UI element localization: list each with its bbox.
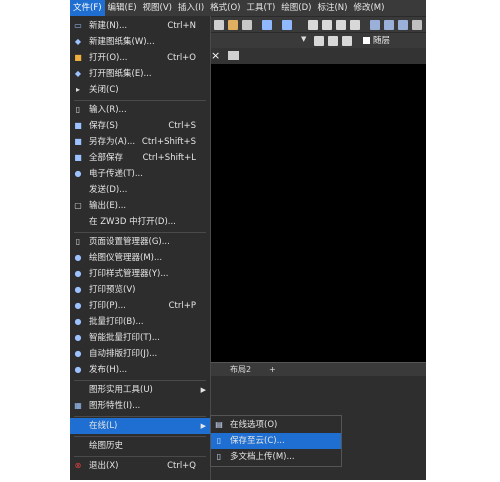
save-icon: ■	[74, 121, 82, 130]
undo-icon[interactable]	[262, 20, 272, 30]
save-all-icon: ■	[74, 153, 82, 162]
menu-tools[interactable]: 工具(T)	[243, 0, 278, 16]
smart-batch-print-icon: ●	[74, 333, 82, 342]
zoom-realtime-icon[interactable]	[322, 20, 332, 30]
submenu-item-multi-upload[interactable]: ▯ 多文档上传(M)...	[211, 449, 341, 465]
batch-print-icon: ●	[74, 317, 82, 326]
menu-edit[interactable]: 编辑(E)	[105, 0, 140, 16]
open-folder-icon: ■	[74, 53, 82, 62]
file-menu: ▭ 新建(N)... Ctrl+N ◆ 新建图纸集(W)... ■ 打开(O)... Ct…	[70, 16, 211, 480]
menu-dimension[interactable]: 标注(N)	[314, 0, 350, 16]
menu-item-import[interactable]: ▯ 输入(R)...	[70, 102, 210, 118]
menu-format[interactable]: 格式(O)	[207, 0, 243, 16]
auto-layout-print-icon: ●	[74, 349, 82, 358]
menu-item-plot-style-manager[interactable]: ● 打印样式管理器(Y)...	[70, 266, 210, 282]
properties-icon[interactable]	[370, 20, 380, 30]
zoom-previous-icon[interactable]	[350, 20, 360, 30]
make-current-layer-icon[interactable]	[328, 36, 338, 46]
etransmit-icon: ●	[74, 169, 82, 178]
menu-view[interactable]: 视图(V)	[140, 0, 175, 16]
menu-separator	[74, 456, 206, 457]
menu-separator	[74, 232, 206, 233]
menu-item-drawing-utilities[interactable]: 图形实用工具(U) ▶	[70, 382, 210, 398]
new-file-icon: ▭	[74, 21, 82, 30]
menu-separator	[74, 380, 206, 381]
menu-insert[interactable]: 插入(I)	[175, 0, 207, 16]
menu-item-plotter-manager[interactable]: ● 绘图仪管理器(M)...	[70, 250, 210, 266]
close-icon: ▸	[75, 85, 80, 94]
menu-item-smart-batch-print[interactable]: ● 智能批量打印(T)...	[70, 330, 210, 346]
tab-layout2[interactable]: 布局2	[226, 364, 255, 376]
menu-item-close[interactable]: ▸ 关闭(C)	[70, 82, 210, 98]
calculator-icon[interactable]	[412, 20, 422, 30]
match-properties-icon[interactable]	[242, 20, 252, 30]
submenu-item-save-to-cloud[interactable]: ▯ 保存至云(C)...	[211, 433, 341, 449]
tab-close-icon[interactable]: ×	[211, 49, 220, 62]
layer-dropdown[interactable]	[212, 36, 307, 46]
redo-icon[interactable]	[282, 20, 292, 30]
menu-item-send[interactable]: 发送(D)...	[70, 182, 210, 198]
menu-modify[interactable]: 修改(M)	[350, 0, 387, 16]
menu-item-exit[interactable]: ⊗ 退出(X) Ctrl+Q	[70, 458, 210, 474]
online-submenu: ▤ 在线选项(O) ▯ 保存至云(C)... ▯ 多文档上传(M)...	[210, 415, 342, 467]
add-layout-button[interactable]: +	[265, 364, 280, 376]
page-setup-icon: ▯	[75, 237, 81, 246]
menu-item-new-sheetset[interactable]: ◆ 新建图纸集(W)...	[70, 34, 210, 50]
menu-item-print[interactable]: ● 打印(P)... Ctrl+P	[70, 298, 210, 314]
drawing-properties-icon: ▦	[74, 401, 82, 410]
new-sheetset-icon: ◆	[74, 37, 82, 46]
menu-item-drawing-history[interactable]: 绘图历史	[70, 438, 210, 454]
menu-item-save[interactable]: ■ 保存(S) Ctrl+S	[70, 118, 210, 134]
menu-separator	[74, 436, 206, 437]
save-to-cloud-icon: ▯	[216, 436, 222, 445]
exit-icon: ⊗	[74, 461, 82, 470]
publish-icon: ●	[74, 365, 82, 374]
design-center-icon[interactable]	[384, 20, 394, 30]
menu-item-page-setup[interactable]: ▯ 页面设置管理器(G)...	[70, 234, 210, 250]
menu-item-batch-print[interactable]: ● 批量打印(B)...	[70, 314, 210, 330]
zoom-window-icon[interactable]	[336, 20, 346, 30]
menu-item-open-sheetset[interactable]: ◆ 打开图纸集(E)...	[70, 66, 210, 82]
save-as-icon: ■	[74, 137, 82, 146]
menu-item-save-all[interactable]: ■ 全部保存 Ctrl+Shift+L	[70, 150, 210, 166]
layer-previous-icon[interactable]	[342, 36, 352, 46]
menu-item-save-as[interactable]: ■ 另存为(A)... Ctrl+Shift+S	[70, 134, 210, 150]
menu-item-drawing-properties[interactable]: ▦ 图形特性(I)...	[70, 398, 210, 414]
menu-item-publish[interactable]: ● 发布(H)...	[70, 362, 210, 378]
menu-draw[interactable]: 绘图(D)	[278, 0, 314, 16]
color-label: 随层	[373, 36, 391, 46]
menu-item-new[interactable]: ▭ 新建(N)... Ctrl+N	[70, 18, 210, 34]
menu-item-open-zw3d[interactable]: 在 ZW3D 中打开(D)...	[70, 214, 210, 230]
submenu-item-online-options[interactable]: ▤ 在线选项(O)	[211, 417, 341, 433]
chevron-down-icon[interactable]: ▼	[301, 35, 306, 43]
import-icon: ▯	[75, 105, 81, 114]
menu-separator	[74, 100, 206, 101]
menu-item-auto-layout-print[interactable]: ● 自动排版打印(J)...	[70, 346, 210, 362]
print-preview-icon: ●	[74, 285, 82, 294]
submenu-arrow-icon: ▶	[200, 422, 206, 430]
menu-item-open[interactable]: ■ 打开(O)... Ctrl+O	[70, 50, 210, 66]
plotter-icon: ●	[74, 253, 82, 262]
menu-separator	[74, 416, 206, 417]
submenu-arrow-icon: ▶	[200, 386, 206, 394]
menu-item-print-preview[interactable]: ● 打印预览(V)	[70, 282, 210, 298]
paste-icon[interactable]	[228, 20, 238, 30]
open-sheetset-icon: ◆	[74, 69, 82, 78]
print-icon: ●	[74, 301, 82, 310]
export-icon: ▢	[74, 201, 82, 210]
menu-file[interactable]: 文件(F)	[70, 0, 105, 16]
new-tab-icon[interactable]	[228, 51, 239, 60]
menu-item-etransmit[interactable]: ● 电子传递(T)...	[70, 166, 210, 182]
layer-properties-icon[interactable]	[314, 36, 324, 46]
color-swatch	[363, 37, 370, 44]
tool-palette-icon[interactable]	[398, 20, 408, 30]
pan-icon[interactable]	[308, 20, 318, 30]
plot-style-icon: ●	[74, 269, 82, 278]
menu-item-export[interactable]: ▢ 输出(E)...	[70, 198, 210, 214]
copy-icon[interactable]	[214, 20, 224, 30]
online-options-icon: ▤	[215, 420, 223, 429]
menubar: 文件(F) 编辑(E) 视图(V) 插入(I) 格式(O) 工具(T) 绘图(D…	[70, 0, 426, 16]
menu-item-online[interactable]: 在线(L) ▶	[70, 418, 210, 434]
multi-upload-icon: ▯	[216, 452, 222, 461]
